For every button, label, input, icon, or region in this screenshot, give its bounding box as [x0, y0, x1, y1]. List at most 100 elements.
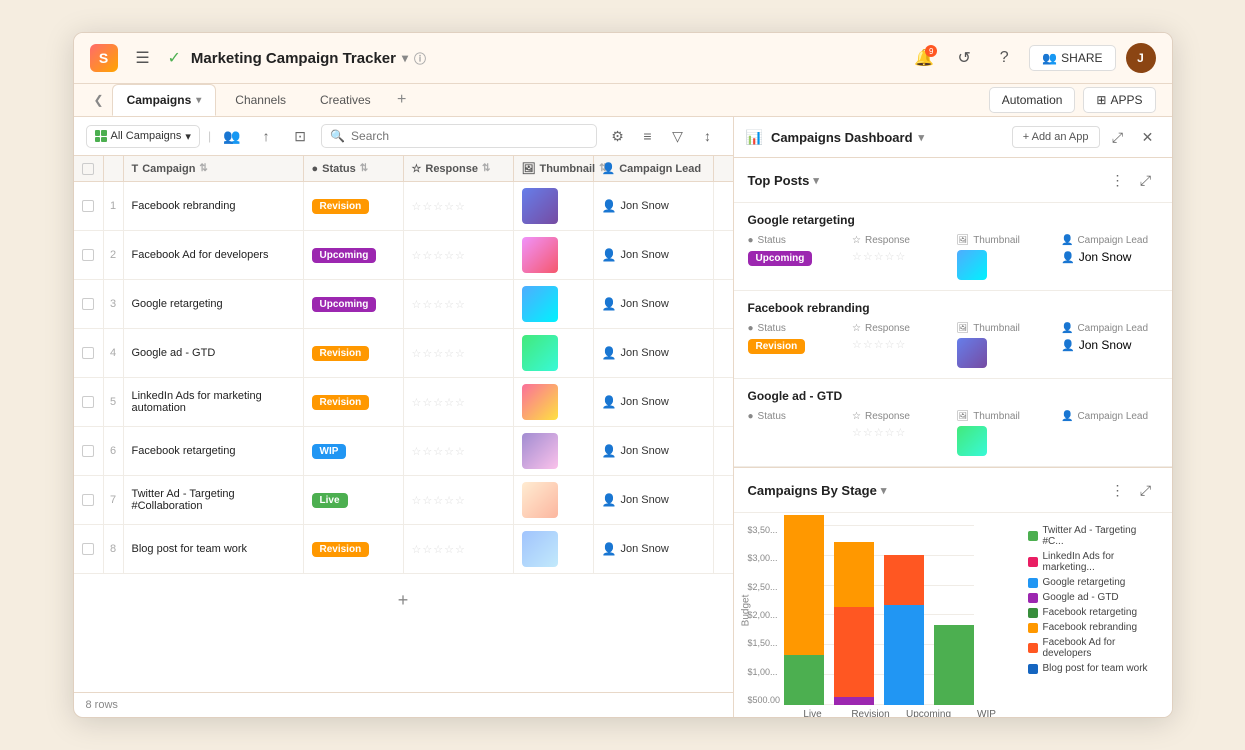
apps-button[interactable]: ⊞ APPS: [1083, 87, 1155, 113]
legend-item: Blog post for team work: [1028, 663, 1158, 674]
person-name: Jon Snow: [620, 445, 668, 457]
legend-item: Facebook Ad for developers: [1028, 637, 1158, 659]
filter-button[interactable]: ▽: [665, 123, 691, 149]
settings-icon-button[interactable]: ⚙: [605, 123, 631, 149]
thumbnail-cell: [514, 182, 594, 230]
close-panel-button[interactable]: ✕: [1136, 125, 1160, 149]
campaign-name-cell: Blog post for team work: [124, 525, 304, 573]
legend-color: [1028, 643, 1038, 653]
automation-button[interactable]: Automation: [989, 87, 1076, 113]
post-lead-field: 👤 Campaign Lead 👤Jon Snow: [1061, 235, 1158, 280]
star-1: ☆: [412, 543, 422, 556]
y-tick-7: $3,50...: [748, 525, 781, 535]
row-checkbox[interactable]: [82, 543, 94, 555]
tab-channels[interactable]: Channels: [220, 84, 301, 116]
add-app-button[interactable]: + Add an App: [1012, 126, 1100, 148]
bar-stack: [784, 515, 824, 705]
row-checkbox[interactable]: [82, 298, 94, 310]
chart-expand-button[interactable]: ⤢: [1134, 478, 1158, 502]
x-tick: Live: [788, 709, 838, 717]
star-4: ☆: [444, 494, 454, 507]
add-tab-button[interactable]: +: [390, 88, 414, 112]
th-campaign[interactable]: T Campaign ⇅: [124, 156, 304, 181]
top-posts-title[interactable]: Top Posts ▾: [748, 173, 819, 188]
th-campaign-text: Campaign: [142, 163, 195, 175]
y-tick-5: $2,50...: [748, 582, 781, 592]
row-number: 7: [104, 476, 124, 524]
row-checkbox-cell: [74, 378, 104, 426]
response-cell: ☆ ☆ ☆ ☆ ☆: [404, 329, 514, 377]
person-name: Jon Snow: [620, 494, 668, 506]
row-checkbox[interactable]: [82, 200, 94, 212]
chart-settings-button[interactable]: ⋮: [1106, 478, 1130, 502]
star-3: ☆: [433, 396, 443, 409]
chart-title[interactable]: Campaigns By Stage ▾: [748, 483, 887, 498]
share-button[interactable]: 👥 SHARE: [1029, 45, 1115, 71]
status-badge: WIP: [312, 444, 347, 459]
post-lead-label: 👤 Campaign Lead: [1061, 235, 1158, 246]
tab-collapse-button[interactable]: ❮: [90, 85, 108, 115]
post-status-field: ● Status Upcoming: [748, 235, 845, 280]
export-button[interactable]: ↑: [253, 123, 279, 149]
star-4: ☆: [444, 543, 454, 556]
notifications-button[interactable]: 🔔 9: [909, 43, 939, 73]
star-5: ☆: [455, 396, 465, 409]
stars-rating: ☆ ☆ ☆ ☆ ☆: [412, 298, 465, 311]
legend-item: Google ad - GTD: [1028, 592, 1158, 603]
th-thumbnail[interactable]: 🖼 Thumbnail ⇅: [514, 156, 594, 181]
info-icon[interactable]: ⓘ: [414, 50, 426, 67]
row-checkbox-cell: [74, 182, 104, 230]
legend-color: [1028, 623, 1038, 633]
history-button[interactable]: ↺: [949, 43, 979, 73]
row-checkbox[interactable]: [82, 347, 94, 359]
app-container: S ☰ ✓ Marketing Campaign Tracker ▾ ⓘ 🔔 9…: [73, 32, 1173, 718]
tab-campaigns[interactable]: Campaigns ▾: [112, 84, 217, 116]
search-input[interactable]: [351, 129, 587, 143]
help-button[interactable]: ?: [989, 43, 1019, 73]
th-status-sort[interactable]: ⇅: [360, 163, 368, 174]
person-icon: 👤: [602, 395, 617, 409]
post-card: Google retargeting ● Status Upcoming ☆ R…: [734, 203, 1172, 291]
row-checkbox[interactable]: [82, 445, 94, 457]
expand-panel-button[interactable]: ⤢: [1106, 125, 1130, 149]
row-checkbox[interactable]: [82, 396, 94, 408]
post-status-field: ● Status Revision: [748, 323, 845, 368]
y-tick-1: $500.00: [748, 695, 781, 705]
row-checkbox[interactable]: [82, 249, 94, 261]
group-by-button[interactable]: 👥: [219, 123, 245, 149]
widget-settings-button[interactable]: ⋮: [1106, 168, 1130, 192]
add-row-button[interactable]: +: [86, 582, 721, 619]
tab-creatives[interactable]: Creatives: [305, 84, 386, 116]
post-title: Google ad - GTD: [748, 389, 1158, 403]
row-checkbox[interactable]: [82, 494, 94, 506]
row-checkbox-cell: [74, 280, 104, 328]
y-tick-6: $3,00...: [748, 553, 781, 563]
person-icon: 👤: [602, 199, 617, 213]
th-campaign-sort[interactable]: ⇅: [199, 163, 207, 174]
lead-icon: 👤: [1061, 323, 1073, 334]
dashboard-arrow[interactable]: ▾: [919, 131, 925, 144]
star-4: ☆: [444, 396, 454, 409]
view-toggle-button[interactable]: ⊡: [287, 123, 313, 149]
sort-button[interactable]: ↕: [695, 123, 721, 149]
th-response[interactable]: ☆ Response ⇅: [404, 156, 514, 181]
lead-cell: 👤 Jon Snow: [594, 280, 714, 328]
status-cell: Revision: [304, 329, 404, 377]
stars-rating: ☆ ☆ ☆ ☆ ☆: [412, 200, 465, 213]
widget-expand-button[interactable]: ⤢: [1134, 168, 1158, 192]
th-checkbox: [74, 156, 104, 181]
top-posts-arrow: ▾: [813, 174, 819, 187]
columns-button[interactable]: ≡: [635, 123, 661, 149]
title-dropdown-icon[interactable]: ▾: [402, 51, 408, 65]
hamburger-button[interactable]: ☰: [128, 43, 158, 73]
th-lead[interactable]: 👤 Campaign Lead: [594, 156, 714, 181]
user-avatar-button[interactable]: J: [1126, 43, 1156, 73]
star-3: ☆: [433, 249, 443, 262]
th-response-sort[interactable]: ⇅: [482, 163, 490, 174]
row-number: 2: [104, 231, 124, 279]
view-selector[interactable]: All Campaigns ▾: [86, 125, 200, 148]
chart-legend: Twitter Ad - Targeting #C...LinkedIn Ads…: [1028, 525, 1158, 717]
select-all-checkbox[interactable]: [82, 163, 94, 175]
th-status[interactable]: ● Status ⇅: [304, 156, 404, 181]
person-icon: 👤: [602, 444, 617, 458]
